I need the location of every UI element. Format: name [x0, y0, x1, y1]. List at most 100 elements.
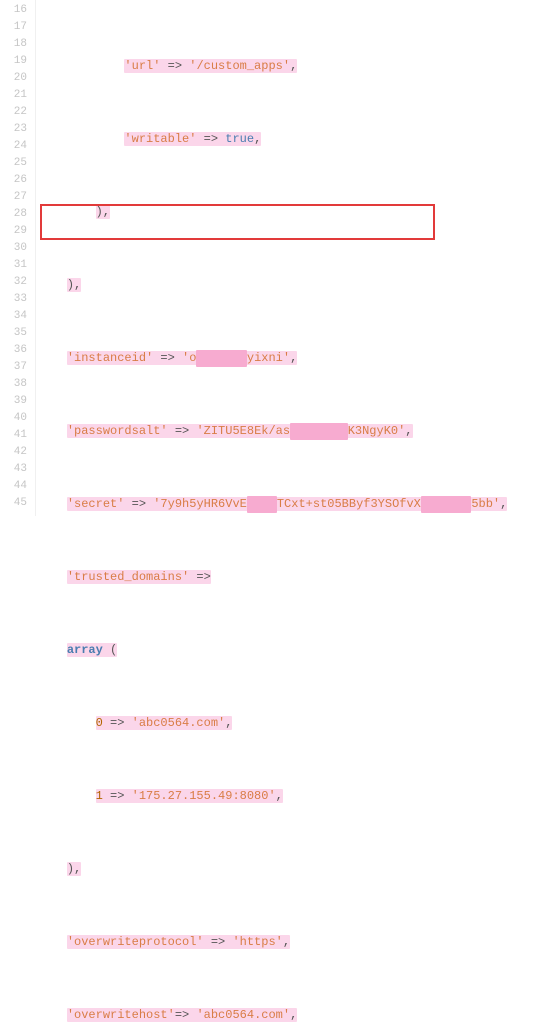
- indent: [38, 643, 67, 657]
- comma-token: ,: [276, 789, 283, 803]
- indent: [38, 59, 124, 73]
- paren-token: (: [103, 643, 117, 657]
- line-number-gutter: 1617181920212223242526272829303132333435…: [0, 0, 36, 516]
- line-number: 33: [0, 291, 27, 308]
- arrow-token: =>: [189, 570, 211, 584]
- key-token: 'url': [124, 59, 160, 73]
- comma-token: ,: [500, 497, 507, 511]
- code-line: 'secret' => '7y9h5yHR6VvE TCxt+st05BByf3…: [36, 496, 554, 513]
- line-number: 25: [0, 155, 27, 172]
- code-line: 'passwordsalt' => 'ZITU5E8Ek/as K3NgyK0'…: [36, 423, 554, 440]
- value-token: TCxt+st05BByf3YSOfvX: [277, 497, 421, 511]
- indent: [38, 935, 67, 949]
- closing-token: ),: [67, 278, 81, 292]
- code-line: 'trusted_domains' =>: [36, 569, 554, 586]
- arrow-token: =>: [175, 1008, 197, 1022]
- line-number: 34: [0, 308, 27, 325]
- code-line: 'instanceid' => 'o yixni',: [36, 350, 554, 367]
- line-number: 18: [0, 36, 27, 53]
- code-line: array (: [36, 642, 554, 659]
- indent: [38, 132, 124, 146]
- redacted-mask: [196, 350, 246, 367]
- line-number: 32: [0, 274, 27, 291]
- comma-token: ,: [290, 351, 297, 365]
- line-number: 40: [0, 410, 27, 427]
- line-number: 21: [0, 87, 27, 104]
- line-number: 42: [0, 444, 27, 461]
- value-token: 'o: [182, 351, 196, 365]
- line-number: 26: [0, 172, 27, 189]
- line-number: 27: [0, 189, 27, 206]
- code-editor: 1617181920212223242526272829303132333435…: [0, 0, 554, 516]
- comma-token: ,: [290, 1008, 297, 1022]
- line-number: 37: [0, 359, 27, 376]
- line-number: 19: [0, 53, 27, 70]
- closing-token: ),: [67, 862, 81, 876]
- arrow-token: =>: [196, 132, 225, 146]
- indent: [38, 497, 67, 511]
- line-number: 43: [0, 461, 27, 478]
- redacted-mask: [247, 496, 277, 513]
- key-token: 1: [96, 789, 103, 803]
- indent: [38, 716, 96, 730]
- indent: [38, 862, 67, 876]
- line-number: 17: [0, 19, 27, 36]
- comma-token: ,: [283, 935, 290, 949]
- arrow-token: =>: [103, 789, 132, 803]
- code-line: ),: [36, 204, 554, 221]
- indent: [38, 789, 96, 803]
- key-token: 'trusted_domains': [67, 570, 189, 584]
- indent: [38, 570, 67, 584]
- code-line: 'url' => '/custom_apps',: [36, 58, 554, 75]
- code-line: 'writable' => true,: [36, 131, 554, 148]
- line-number: 16: [0, 2, 27, 19]
- line-number: 41: [0, 427, 27, 444]
- code-line: 'overwriteprotocol' => 'https',: [36, 934, 554, 951]
- code-line: ),: [36, 277, 554, 294]
- line-number: 36: [0, 342, 27, 359]
- value-token: K3NgyK0': [348, 424, 406, 438]
- arrow-token: =>: [124, 497, 153, 511]
- line-number: 29: [0, 223, 27, 240]
- value-token: true: [225, 132, 254, 146]
- code-line: 1 => '175.27.155.49:8080',: [36, 788, 554, 805]
- value-token: 'abc0564.com': [196, 1008, 290, 1022]
- line-number: 28: [0, 206, 27, 223]
- arrow-token: =>: [168, 424, 197, 438]
- value-token: '175.27.155.49:8080': [132, 789, 276, 803]
- code-line: 0 => 'abc0564.com',: [36, 715, 554, 732]
- line-number: 39: [0, 393, 27, 410]
- arrow-token: =>: [103, 716, 132, 730]
- closing-token: ),: [96, 205, 110, 219]
- redacted-mask: [290, 423, 348, 440]
- comma-token: ,: [405, 424, 412, 438]
- value-token: 'ZITU5E8Ek/as: [196, 424, 290, 438]
- line-number: 35: [0, 325, 27, 342]
- key-token: 'instanceid': [67, 351, 153, 365]
- key-token: 0: [96, 716, 103, 730]
- indent: [38, 278, 67, 292]
- value-token: 5bb': [471, 497, 500, 511]
- arrow-token: =>: [204, 935, 233, 949]
- line-number: 23: [0, 121, 27, 138]
- line-number: 24: [0, 138, 27, 155]
- key-token: 'writable': [124, 132, 196, 146]
- line-number: 20: [0, 70, 27, 87]
- key-token: 'overwriteprotocol': [67, 935, 204, 949]
- value-token: yixni': [247, 351, 290, 365]
- indent: [38, 424, 67, 438]
- key-token: 'passwordsalt': [67, 424, 168, 438]
- line-number: 44: [0, 478, 27, 495]
- line-number: 45: [0, 495, 27, 512]
- comma-token: ,: [254, 132, 261, 146]
- line-number: 30: [0, 240, 27, 257]
- line-number: 22: [0, 104, 27, 121]
- keyword-token: array: [67, 643, 103, 657]
- indent: [38, 351, 67, 365]
- comma-token: ,: [225, 716, 232, 730]
- key-token: 'secret': [67, 497, 125, 511]
- value-token: '/custom_apps': [189, 59, 290, 73]
- code-area: 'url' => '/custom_apps', 'writable' => t…: [36, 0, 554, 516]
- line-number: 31: [0, 257, 27, 274]
- indent: [38, 205, 96, 219]
